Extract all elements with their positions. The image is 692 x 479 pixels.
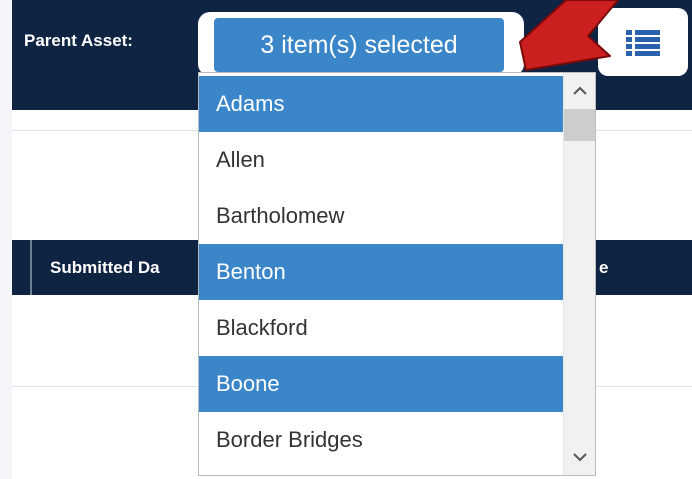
- dropdown-option-benton[interactable]: Benton: [199, 244, 563, 300]
- dropdown-option-boone[interactable]: Boone: [199, 356, 563, 412]
- parent-asset-select-text[interactable]: 3 item(s) selected: [214, 18, 504, 72]
- dropdown-option-blackford[interactable]: Blackford: [199, 300, 563, 356]
- parent-asset-label: Parent Asset:: [24, 31, 133, 50]
- list-view-button[interactable]: [598, 8, 688, 76]
- column-header-submitted-date[interactable]: Submitted Da: [50, 258, 160, 278]
- dropdown-option-allen[interactable]: Allen: [199, 132, 563, 188]
- chevron-up-icon[interactable]: [572, 83, 588, 99]
- screenshot-stage: Parent Asset: 3 item(s) selected Submitt…: [0, 0, 692, 479]
- parent-asset-select[interactable]: 3 item(s) selected: [198, 12, 524, 76]
- dropdown-scrollbar[interactable]: [563, 73, 595, 475]
- dropdown-option-border-bridges[interactable]: Border Bridges: [199, 412, 563, 468]
- parent-asset-dropdown[interactable]: Adams Allen Bartholomew Benton Blackford…: [198, 72, 596, 476]
- scrollbar-thumb[interactable]: [564, 109, 595, 141]
- dropdown-option-bartholomew[interactable]: Bartholomew: [199, 188, 563, 244]
- left-edge: [0, 0, 12, 479]
- list-icon: [626, 30, 660, 56]
- column-divider: [30, 240, 32, 295]
- chevron-down-icon[interactable]: [572, 449, 588, 465]
- column-header-partial[interactable]: e: [599, 258, 608, 278]
- dropdown-option-adams[interactable]: Adams: [199, 76, 563, 132]
